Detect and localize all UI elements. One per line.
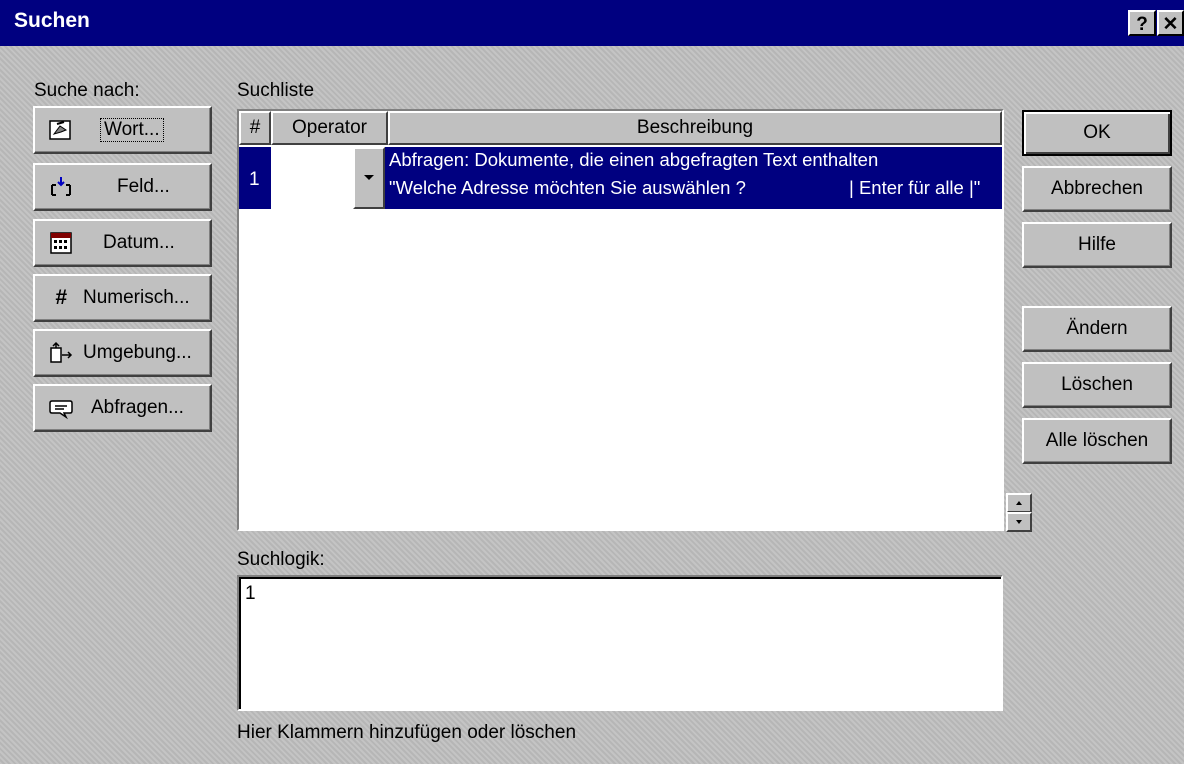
query-button[interactable]: Abfragen...	[33, 384, 212, 432]
arrow-up-icon	[1016, 501, 1022, 505]
edit-button[interactable]: Ändern	[1022, 306, 1172, 352]
numeric-button[interactable]: # Numerisch...	[33, 274, 212, 322]
search-list-label: Suchliste	[237, 80, 315, 101]
description-line1: Abfragen: Dokumente, die einen abgefragt…	[389, 149, 879, 170]
date-button[interactable]: Datum...	[33, 219, 212, 267]
column-header-number[interactable]: #	[239, 111, 271, 145]
word-button-label: Wort...	[100, 118, 164, 142]
description-line2-suffix: | Enter für alle |"	[849, 177, 981, 198]
field-button-label: Feld...	[117, 176, 170, 197]
speech-bubble-icon	[47, 394, 75, 422]
row-number: 1	[249, 169, 260, 190]
delete-all-button[interactable]: Alle löschen	[1022, 418, 1172, 464]
title-bar: Suchen ? ✕	[0, 0, 1184, 46]
numeric-button-label: Numerisch...	[83, 287, 190, 308]
edit-button-label: Ändern	[1066, 318, 1128, 339]
ok-button-label: OK	[1083, 122, 1111, 143]
proximity-button-label: Umgebung...	[83, 342, 192, 363]
search-list[interactable]: # Operator Beschreibung 1 Abfragen: Doku…	[237, 109, 1004, 531]
table-row[interactable]: 1 Abfragen: Dokumente, die einen abgefra…	[239, 147, 1002, 209]
move-down-button[interactable]	[1006, 512, 1032, 532]
search-logic-label: Suchlogik:	[237, 549, 325, 570]
arrow-down-icon	[1016, 520, 1022, 524]
hash-icon: #	[55, 286, 67, 309]
field-icon	[47, 173, 75, 201]
search-dialog: Suchen ? ✕ Suche nach: Wort... Feld... D…	[0, 0, 1184, 764]
window-title: Suchen	[14, 9, 90, 32]
delete-button[interactable]: Löschen	[1022, 362, 1172, 408]
help-title-button[interactable]: ?	[1128, 10, 1156, 36]
help-button[interactable]: Hilfe	[1022, 222, 1172, 268]
proximity-icon	[47, 339, 75, 367]
cancel-button[interactable]: Abbrechen	[1022, 166, 1172, 212]
search-for-label: Suche nach:	[34, 80, 140, 101]
operator-select[interactable]	[271, 147, 385, 209]
column-header-operator[interactable]: Operator	[271, 111, 388, 145]
proximity-button[interactable]: Umgebung...	[33, 329, 212, 377]
word-button[interactable]: Wort...	[33, 106, 212, 154]
date-button-label: Datum...	[103, 232, 175, 253]
cancel-button-label: Abbrechen	[1051, 178, 1143, 199]
search-logic-field[interactable]: 1	[237, 575, 1003, 711]
help-button-label: Hilfe	[1077, 234, 1116, 255]
operator-dropdown-button[interactable]	[353, 147, 385, 209]
ok-button[interactable]: OK	[1022, 110, 1172, 156]
close-title-button[interactable]: ✕	[1157, 10, 1184, 36]
move-up-button[interactable]	[1006, 493, 1032, 513]
chevron-down-icon	[364, 175, 374, 180]
query-button-label: Abfragen...	[91, 397, 184, 418]
search-logic-value: 1	[245, 583, 256, 604]
delete-button-label: Löschen	[1061, 374, 1133, 395]
field-button[interactable]: Feld...	[33, 163, 212, 211]
delete-all-button-label: Alle löschen	[1045, 430, 1149, 451]
description-line2: "Welche Adresse möchten Sie auswählen ?	[389, 177, 746, 198]
column-header-description[interactable]: Beschreibung	[388, 111, 1002, 145]
word-icon	[47, 116, 75, 144]
calendar-icon	[47, 229, 75, 257]
search-logic-hint: Hier Klammern hinzufügen oder löschen	[237, 722, 577, 743]
